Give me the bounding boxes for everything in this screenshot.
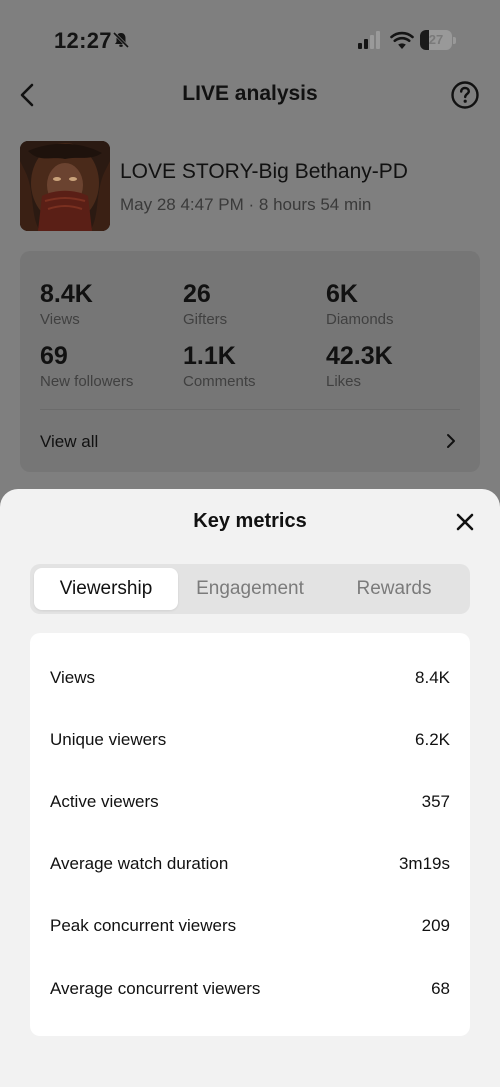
status-time: 12:27 (54, 28, 112, 53)
live-title: LOVE STORY-Big Bethany-PD (120, 160, 408, 183)
metric-label: Views (50, 668, 96, 687)
chevron-left-icon[interactable] (16, 82, 40, 108)
battery-level: 27 (428, 32, 444, 47)
page-title: LIVE analysis (182, 82, 318, 105)
stat-gifters: 26 Gifters (183, 279, 323, 328)
battery-indicator: 27 (420, 30, 456, 50)
metric-label: Average watch duration (50, 854, 229, 873)
metric-row-views: Views 8.4K (30, 648, 470, 710)
key-metrics-sheet: Key metrics Viewership Engagement Reward… (0, 489, 500, 1087)
tab-viewership[interactable]: Viewership (34, 568, 178, 610)
stat-comments: 1.1K Comments (183, 341, 323, 390)
stat-label: Gifters (183, 311, 228, 328)
stat-label: Views (40, 311, 80, 328)
stat-views: 8.4K Views (40, 279, 180, 328)
metric-label: Unique viewers (50, 730, 167, 749)
stat-value: 69 (40, 342, 68, 370)
metrics-tab-bar: Viewership Engagement Rewards (30, 564, 470, 614)
metric-label: Active viewers (50, 792, 159, 811)
stat-label: Comments (183, 373, 256, 390)
question-circle-icon[interactable] (450, 80, 480, 110)
cover-art (20, 141, 110, 231)
stat-value: 42.3K (326, 342, 393, 370)
stat-label: New followers (40, 373, 134, 390)
metric-row-peak-concurrent-viewers: Peak concurrent viewers 209 (30, 896, 470, 958)
stat-diamonds: 6K Diamonds (326, 279, 466, 328)
stat-value: 1.1K (183, 342, 236, 370)
live-cover-image (20, 141, 110, 231)
stat-label: Diamonds (326, 311, 394, 328)
tab-engagement[interactable]: Engagement (178, 568, 322, 610)
metrics-list: Views 8.4K Unique viewers 6.2K Active vi… (30, 633, 470, 1036)
view-all-button[interactable]: View all (20, 410, 480, 472)
status-bar: 12:27 27 (0, 0, 500, 80)
metric-row-active-viewers: Active viewers 357 (30, 772, 470, 834)
bell-muted-icon (112, 31, 130, 49)
battery-cap (453, 37, 456, 44)
stats-card: 8.4K Views 26 Gifters 6K Diamonds 69 New… (20, 251, 480, 472)
stat-new-followers: 69 New followers (40, 341, 180, 390)
metric-value: 209 (421, 916, 450, 935)
metric-label: Average concurrent viewers (50, 979, 261, 998)
wifi-icon (390, 31, 414, 49)
stat-likes: 42.3K Likes (326, 341, 466, 390)
metric-value: 3m19s (398, 854, 450, 873)
view-all-label: View all (40, 432, 99, 451)
stat-value: 26 (183, 280, 211, 308)
metric-value: 357 (421, 792, 450, 811)
metric-value: 6.2K (415, 730, 450, 749)
tab-rewards[interactable]: Rewards (322, 568, 466, 610)
metric-value: 8.4K (415, 668, 450, 687)
sheet-title: Key metrics (193, 510, 307, 532)
metric-row-average-watch-duration: Average watch duration 3m19s (30, 834, 470, 896)
metric-row-average-concurrent-viewers: Average concurrent viewers 68 (30, 959, 470, 1021)
metric-value: 68 (431, 979, 450, 998)
battery-body: 27 (420, 30, 452, 50)
stat-value: 6K (326, 280, 358, 308)
live-meta: May 28 4:47 PM · 8 hours 54 min (120, 195, 372, 214)
close-icon[interactable] (454, 511, 476, 533)
metric-row-unique-viewers: Unique viewers 6.2K (30, 710, 470, 772)
metric-label: Peak concurrent viewers (50, 916, 237, 935)
stat-label: Likes (326, 373, 362, 390)
cellular-signal-icon (358, 31, 380, 49)
stat-value: 8.4K (40, 280, 93, 308)
chevron-right-icon (447, 434, 455, 448)
